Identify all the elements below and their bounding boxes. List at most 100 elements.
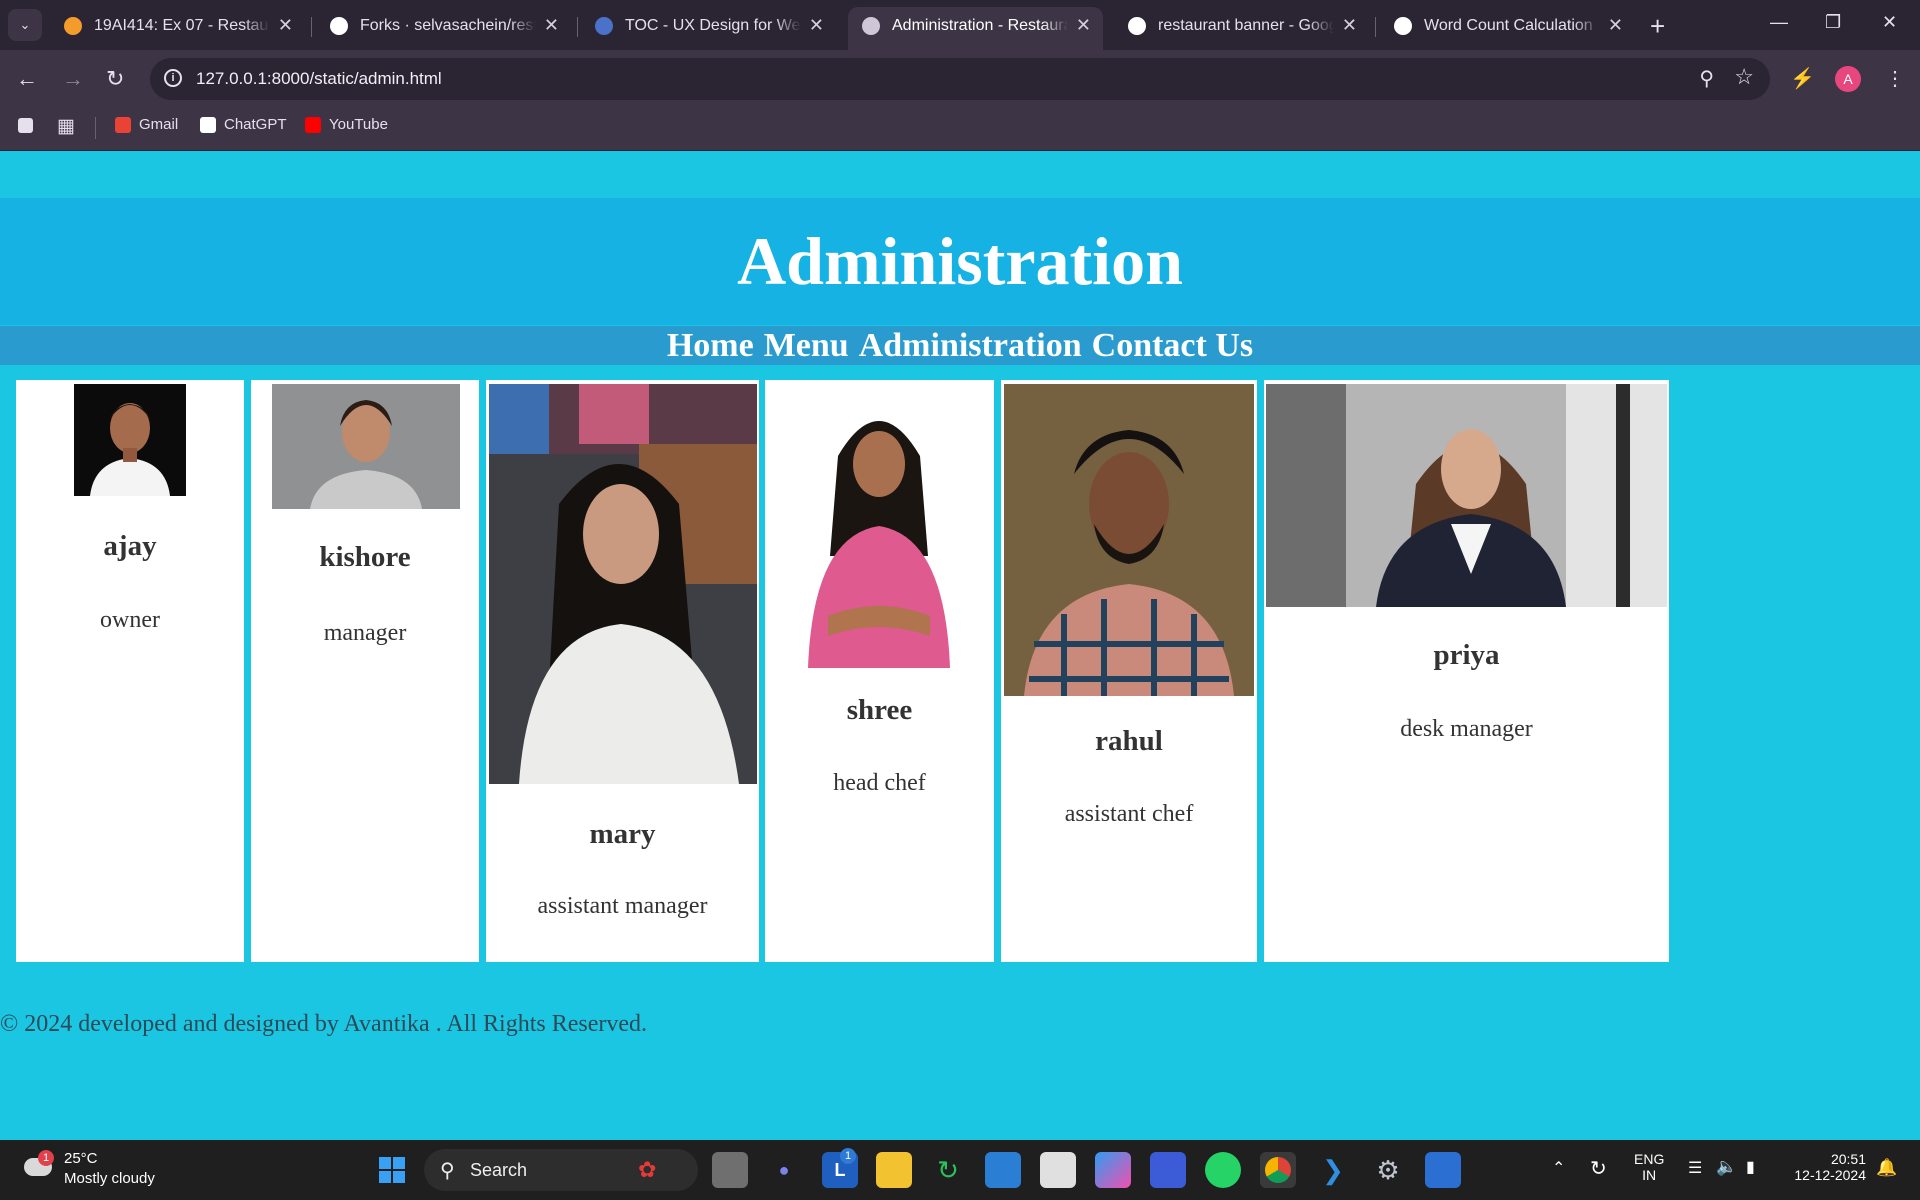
forward-button[interactable]: → — [62, 66, 84, 92]
tab-title: restaurant banner - Google — [1158, 16, 1334, 34]
copilot-icon[interactable] — [1095, 1152, 1131, 1188]
language-indicator[interactable]: ENG IN — [1634, 1151, 1664, 1183]
bookmark-star-icon[interactable]: ☆ — [1734, 64, 1754, 90]
notepad-icon[interactable] — [1425, 1152, 1461, 1188]
bookmark-item[interactable]: YouTube — [305, 116, 388, 133]
bookmark-item[interactable]: Gmail — [115, 116, 178, 133]
gmail-icon — [115, 116, 131, 133]
weather-temp[interactable]: 25°C — [64, 1150, 98, 1167]
wifi-icon[interactable]: ☰ — [1688, 1158, 1702, 1178]
site-info-icon[interactable]: i — [164, 69, 182, 87]
nav-contact-us[interactable]: Contact Us — [1092, 327, 1253, 365]
nav-menu[interactable]: Menu — [764, 327, 849, 365]
refresh-app-icon[interactable]: ↻ — [930, 1152, 966, 1188]
staff-card: mary assistant manager — [486, 380, 759, 962]
header-banner: Administration — [0, 198, 1920, 325]
staff-photo — [1266, 384, 1667, 607]
staff-name: rahul — [1095, 725, 1163, 757]
menu-kebab-icon[interactable]: ⋮ — [1885, 66, 1905, 91]
battery-icon[interactable]: ▮ — [1746, 1157, 1755, 1177]
close-icon[interactable]: ✕ — [1076, 15, 1091, 36]
notification-bell-icon[interactable]: 🔔 — [1876, 1158, 1897, 1178]
apps-square-icon[interactable] — [18, 118, 41, 133]
microsoft-store-icon[interactable] — [1040, 1152, 1076, 1188]
close-icon[interactable]: ✕ — [1608, 15, 1623, 36]
search-label: Search — [470, 1160, 528, 1180]
staff-name: shree — [846, 694, 913, 726]
volume-icon[interactable]: 🔈 — [1716, 1157, 1737, 1177]
tab-title: Word Count Calculation — [1424, 16, 1593, 34]
browser-tab[interactable]: Word Count Calculation ✕ — [1380, 7, 1635, 50]
windows-logo-icon — [379, 1157, 405, 1183]
back-button[interactable]: ← — [16, 66, 38, 92]
browser-tab[interactable]: restaurant banner - Google ✕ — [1114, 7, 1369, 50]
file-explorer-icon[interactable] — [876, 1152, 912, 1188]
staff-role: head chef — [833, 770, 926, 796]
page-title: Administration — [737, 223, 1183, 299]
taskbar-search[interactable]: ⚲ Search ✿ — [424, 1149, 698, 1191]
staff-card: priya desk manager — [1264, 380, 1669, 962]
close-icon[interactable]: ✕ — [1342, 15, 1357, 36]
bookmark-label: ChatGPT — [224, 116, 287, 133]
photos-icon[interactable] — [985, 1152, 1021, 1188]
bookmark-divider — [95, 117, 96, 139]
close-icon[interactable]: ✕ — [544, 15, 559, 36]
staff-role: owner — [100, 607, 160, 633]
app-icon[interactable] — [1150, 1152, 1186, 1188]
close-icon[interactable]: ✕ — [809, 15, 824, 36]
extensions-icon[interactable]: ⚡ — [1790, 66, 1815, 91]
staff-card: shree head chef — [765, 380, 994, 962]
staff-photo — [74, 384, 186, 496]
profile-avatar[interactable]: A — [1835, 66, 1861, 92]
windows-start-button[interactable] — [374, 1152, 410, 1188]
apps-grid-icon[interactable]: ▦ — [57, 115, 75, 138]
staff-role: desk manager — [1400, 716, 1533, 742]
weather-widget[interactable]: 1 — [20, 1150, 60, 1190]
tab-search-button[interactable]: ⌄ — [8, 9, 42, 41]
github-icon — [330, 16, 348, 35]
task-view-icon[interactable] — [712, 1152, 748, 1188]
tab-title: Administration - Restauran — [892, 16, 1068, 34]
whatsapp-icon[interactable] — [1205, 1152, 1241, 1188]
staff-name: ajay — [103, 530, 157, 562]
weather-desc[interactable]: Mostly cloudy — [64, 1170, 155, 1187]
saveetha-icon — [595, 16, 613, 35]
bookmark-item[interactable]: ChatGPT — [200, 116, 287, 133]
nav-administration[interactable]: Administration — [859, 327, 1082, 365]
page-content: Administration Home Menu Administration … — [0, 151, 1920, 1140]
teams-icon[interactable]: ● — [766, 1152, 802, 1188]
minimize-button[interactable]: — — [1770, 12, 1788, 33]
reload-button[interactable]: ↻ — [106, 66, 124, 92]
footer-copyright: © 2024 developed and designed by Avantik… — [0, 1011, 648, 1037]
arrow-right-icon: → — [62, 66, 84, 91]
search-icon: ⚲ — [440, 1160, 455, 1182]
tab-title: TOC - UX Design for Web D — [625, 16, 801, 34]
chrome-icon[interactable] — [1260, 1152, 1296, 1188]
zoom-icon[interactable]: ⚲ — [1699, 66, 1714, 91]
sync-icon[interactable]: ↻ — [1590, 1156, 1607, 1181]
minimize-icon: — — [1770, 12, 1788, 32]
bookmark-label: Gmail — [139, 116, 179, 133]
browser-tab[interactable]: TOC - UX Design for Web D ✕ — [581, 7, 836, 50]
url-text[interactable]: 127.0.0.1:8000/static/admin.html — [196, 69, 442, 89]
browser-tab[interactable]: Forks · selvasachein/restwe ✕ — [316, 7, 571, 50]
restore-button[interactable]: ❐ — [1825, 12, 1841, 33]
bookmark-label: YouTube — [329, 116, 388, 133]
address-bar[interactable]: i 127.0.0.1:8000/static/admin.html ⚲ ☆ — [150, 58, 1770, 100]
in-icon — [64, 16, 82, 35]
main-nav: Home Menu Administration Contact Us — [0, 326, 1920, 365]
chevron-up-icon[interactable]: ⌃ — [1552, 1158, 1565, 1178]
chatgpt-icon — [200, 116, 216, 133]
tab-title: 19AI414: Ex 07 - Restauran — [94, 16, 270, 34]
nav-home[interactable]: Home — [667, 327, 754, 365]
staff-photo — [798, 386, 960, 668]
close-icon[interactable]: ✕ — [278, 15, 293, 36]
new-tab-button[interactable]: + — [1650, 11, 1665, 42]
browser-tab[interactable]: Administration - Restauran ✕ — [848, 7, 1103, 50]
clock[interactable]: 20:51 12-12-2024 — [1786, 1151, 1866, 1183]
settings-gear-icon[interactable]: ⚙ — [1370, 1152, 1406, 1188]
tab-title: Forks · selvasachein/restwe — [360, 16, 536, 34]
browser-tab[interactable]: 19AI414: Ex 07 - Restauran ✕ — [50, 7, 305, 50]
vscode-icon[interactable]: ❯ — [1315, 1152, 1351, 1188]
close-window-button[interactable]: ✕ — [1882, 12, 1897, 33]
